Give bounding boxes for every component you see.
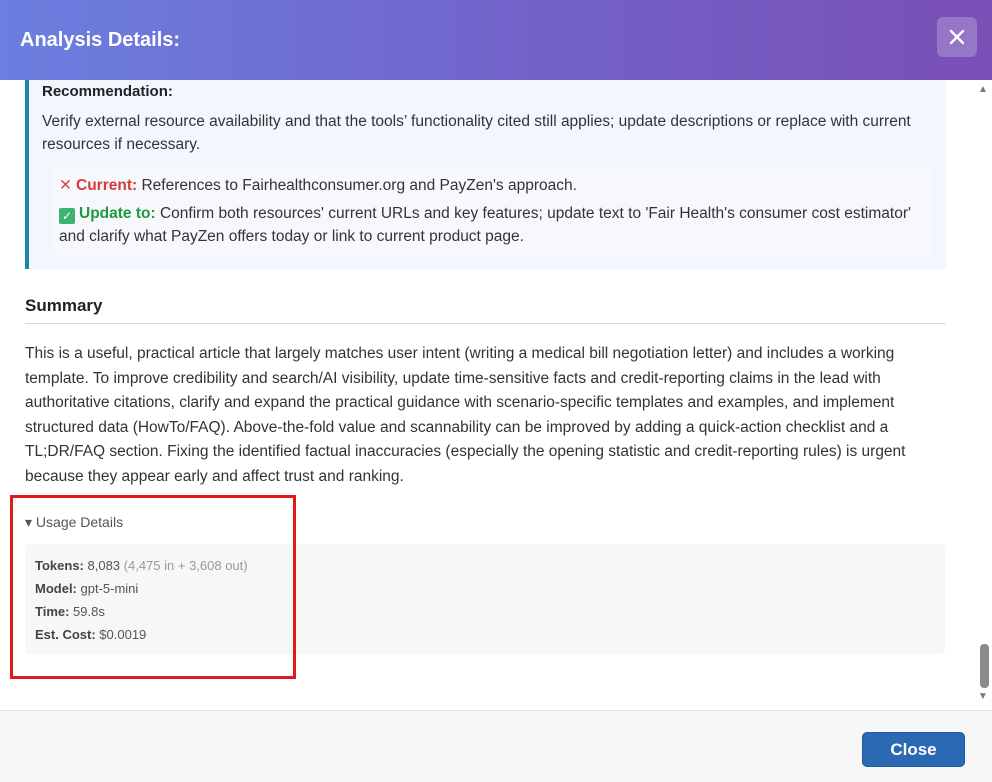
highlight-annotation-box — [10, 495, 296, 679]
current-line: ✕ Current: References to Fairhealthconsum… — [59, 174, 919, 197]
current-text: References to Fairhealthconsumer.org and… — [137, 177, 577, 194]
scroll-up-arrow-icon[interactable]: ▲ — [978, 84, 988, 95]
recommendation-text: Verify external resource availability an… — [42, 113, 911, 153]
summary-divider — [25, 323, 946, 324]
update-text: Confirm both resources' current URLs and… — [59, 205, 911, 245]
recommendation-heading: Recommendation: — [42, 83, 173, 100]
scroll-down-arrow-icon[interactable]: ▼ — [978, 691, 988, 702]
cross-mark-icon: ✕ — [59, 177, 72, 194]
recommendation-card: Recommendation: Verify external resource… — [25, 80, 946, 269]
close-icon — [949, 29, 965, 45]
close-button[interactable]: Close — [862, 732, 965, 767]
change-comparison: ✕ Current: References to Fairhealthconsum… — [53, 162, 933, 256]
dialog-title: Analysis Details: — [20, 28, 181, 51]
vertical-scrollbar[interactable]: ▲ ▼ — [978, 80, 992, 710]
dialog-footer: Close — [0, 710, 992, 782]
summary-text: This is a useful, practical article that… — [25, 345, 906, 485]
dialog-body[interactable]: Recommendation: Verify external resource… — [0, 80, 992, 710]
scrollbar-thumb[interactable] — [980, 644, 989, 688]
dialog-close-button[interactable] — [937, 17, 977, 57]
update-label: Update to: — [79, 205, 156, 222]
dialog-header: Analysis Details: — [0, 0, 992, 80]
check-mark-icon: ✓ — [59, 208, 75, 224]
summary-heading: Summary — [25, 296, 103, 315]
current-label: Current: — [76, 177, 138, 194]
update-line: ✓ Update to: Confirm both resources' curr… — [59, 202, 919, 248]
